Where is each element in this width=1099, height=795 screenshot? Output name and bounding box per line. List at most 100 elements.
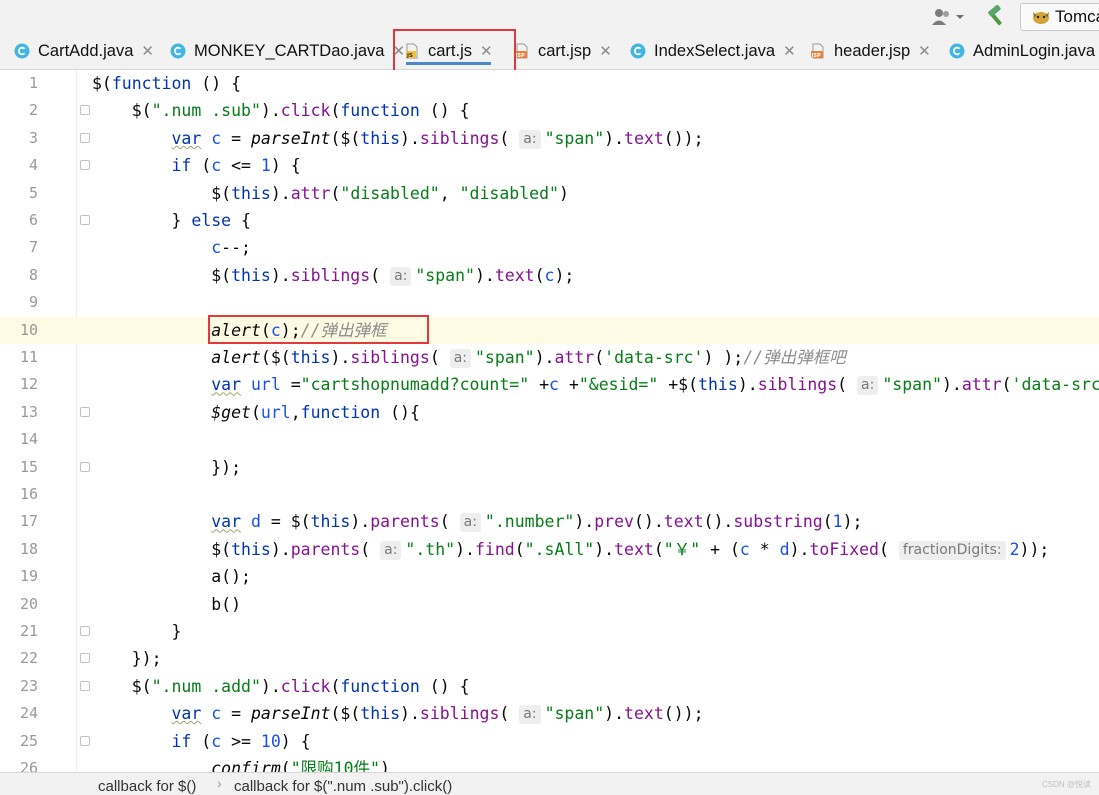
code-token: ) { xyxy=(270,156,301,176)
code-line[interactable]: 15 }); xyxy=(0,454,1099,481)
fold-marker-icon[interactable] xyxy=(80,735,90,746)
code-line[interactable]: 18 $(this).parents( a: ".th").find(".sAll… xyxy=(0,536,1099,563)
code-line[interactable]: 10 alert(c);//弹出弹框 xyxy=(0,316,1099,344)
code-token: find xyxy=(474,539,515,559)
fold-marker-icon[interactable] xyxy=(80,680,90,691)
code-token: { xyxy=(231,211,251,230)
code-line[interactable]: 21 } xyxy=(0,618,1099,645)
tab-adminlogin-java[interactable]: AdminLogin.java xyxy=(949,33,1095,69)
code-line[interactable]: 24 var c = parseInt($(this).siblings( a:… xyxy=(0,700,1099,727)
code-token: "span" xyxy=(544,704,605,724)
fold-marker-icon[interactable] xyxy=(80,160,90,171)
tab-label: header.jsp xyxy=(834,41,911,60)
code-token: (). xyxy=(703,512,734,532)
code-line[interactable]: 12 var url ="cartshopnumadd?count=" +c +… xyxy=(0,371,1099,398)
tab-label: cart.jsp xyxy=(538,41,592,60)
tab-cart-js[interactable]: JS cart.js ✕ xyxy=(404,33,493,69)
close-icon[interactable]: ✕ xyxy=(783,42,796,60)
code-line[interactable]: 13 $get(url,function (){ xyxy=(0,399,1099,426)
code-token: var xyxy=(171,704,202,724)
tab-cartadd-java[interactable]: CartAdd.java ✕ xyxy=(14,33,154,69)
close-icon[interactable]: ✕ xyxy=(141,42,154,60)
hammer-icon[interactable] xyxy=(985,5,1007,27)
code-token: "&esid=" xyxy=(578,375,659,395)
breadcrumb-item[interactable]: callback for $() xyxy=(98,778,196,795)
code-token: text xyxy=(624,128,664,148)
code-line[interactable]: 22 }); xyxy=(0,645,1099,672)
code-token: $( xyxy=(92,265,232,285)
fold-marker-icon[interactable] xyxy=(80,461,90,472)
code-token: ($( xyxy=(330,128,361,148)
code-token: "span" xyxy=(474,348,535,367)
code-line[interactable]: 3 var c = parseInt($(this).siblings( a: "… xyxy=(0,125,1099,152)
code-line[interactable]: 14 xyxy=(0,426,1099,453)
code-token: siblings xyxy=(350,348,430,367)
code-line[interactable]: 17 var d = $(this).parents( a: ".number")… xyxy=(0,508,1099,535)
code-token: this xyxy=(310,512,351,532)
code-token: $( xyxy=(92,676,152,696)
fold-marker-icon[interactable] xyxy=(80,132,90,143)
code-line[interactable]: 5 $(this).attr("disabled", "disabled") xyxy=(0,180,1099,207)
code-line[interactable]: 19 a(); xyxy=(0,563,1099,590)
code-line[interactable]: 8 $(this).siblings( a: "span").text(c); xyxy=(0,262,1099,289)
tab-header-jsp[interactable]: JSP header.jsp ✕ xyxy=(810,33,931,69)
tab-monkey-cartdao-java[interactable]: MONKEY_CARTDao.java ✕ xyxy=(170,33,405,69)
code-token: (){ xyxy=(380,402,420,422)
code-line[interactable]: 20 b() xyxy=(0,591,1099,618)
code-line[interactable]: 7 c--; xyxy=(0,234,1099,261)
code-token: () { xyxy=(419,676,470,696)
fold-marker-icon[interactable] xyxy=(80,626,90,636)
code-line[interactable]: 4 if (c <= 1) { xyxy=(0,152,1099,179)
code-token: ); xyxy=(842,512,863,532)
breadcrumb-item[interactable]: callback for $(".num .sub").click() xyxy=(234,778,452,795)
code-token: text xyxy=(624,704,664,724)
tab-indexselect-java[interactable]: IndexSelect.java ✕ xyxy=(630,33,796,69)
run-configuration-selector[interactable]: Tomcat xyxy=(1020,3,1099,31)
line-number: 19 xyxy=(19,567,38,586)
code-token: () { xyxy=(419,101,470,121)
code-token: d xyxy=(250,512,261,532)
line-number: 10 xyxy=(19,320,38,339)
code-token: ( xyxy=(514,539,525,559)
code-token: ). xyxy=(330,348,351,367)
fold-marker-icon[interactable] xyxy=(80,105,90,116)
code-line[interactable]: 23 $(".num .add").click(function () { xyxy=(0,673,1099,700)
close-icon[interactable]: ✕ xyxy=(918,42,931,60)
code-token: c xyxy=(211,731,222,751)
code-text: var c = parseInt($(this).siblings( a: "sp… xyxy=(92,700,704,727)
code-token: 1 xyxy=(832,512,843,532)
java-class-icon xyxy=(170,43,186,59)
code-editor[interactable]: 1 $(function () {2 $(".num .sub").click(f… xyxy=(0,70,1099,772)
line-number: 13 xyxy=(19,402,38,421)
code-token: ( xyxy=(837,375,858,395)
parameter-hint: a: xyxy=(519,705,541,725)
code-token: ). xyxy=(789,539,810,559)
close-icon[interactable]: ✕ xyxy=(480,42,493,60)
code-token: var xyxy=(211,512,242,532)
fold-marker-icon[interactable] xyxy=(80,406,90,417)
code-token: ) { xyxy=(280,731,311,751)
code-token: "span" xyxy=(882,375,942,395)
code-line[interactable]: 1 $(function () { xyxy=(0,70,1099,97)
code-line[interactable]: 25 if (c >= 10) { xyxy=(0,728,1099,755)
fold-marker-icon[interactable] xyxy=(80,653,90,664)
code-text: alert(c);//弹出弹框 xyxy=(92,317,386,344)
code-line[interactable]: 26 confirm("限购10件") xyxy=(0,755,1099,772)
user-menu-button[interactable] xyxy=(931,7,967,27)
code-line[interactable]: 16 xyxy=(0,481,1099,508)
close-icon[interactable]: ✕ xyxy=(599,42,612,60)
code-line[interactable]: 2 $(".num .sub").click(function () { xyxy=(0,97,1099,124)
code-line[interactable]: 6 } else { xyxy=(0,207,1099,234)
line-number: 24 xyxy=(19,704,38,723)
tab-cart-jsp[interactable]: JSP cart.jsp ✕ xyxy=(514,33,612,69)
code-line[interactable]: 9 xyxy=(0,289,1099,316)
code-token: = xyxy=(221,128,251,148)
fold-marker-icon[interactable] xyxy=(80,215,90,225)
code-line[interactable]: 11 alert($(this).siblings( a: "span").att… xyxy=(0,344,1099,371)
code-token: (). xyxy=(633,512,664,532)
